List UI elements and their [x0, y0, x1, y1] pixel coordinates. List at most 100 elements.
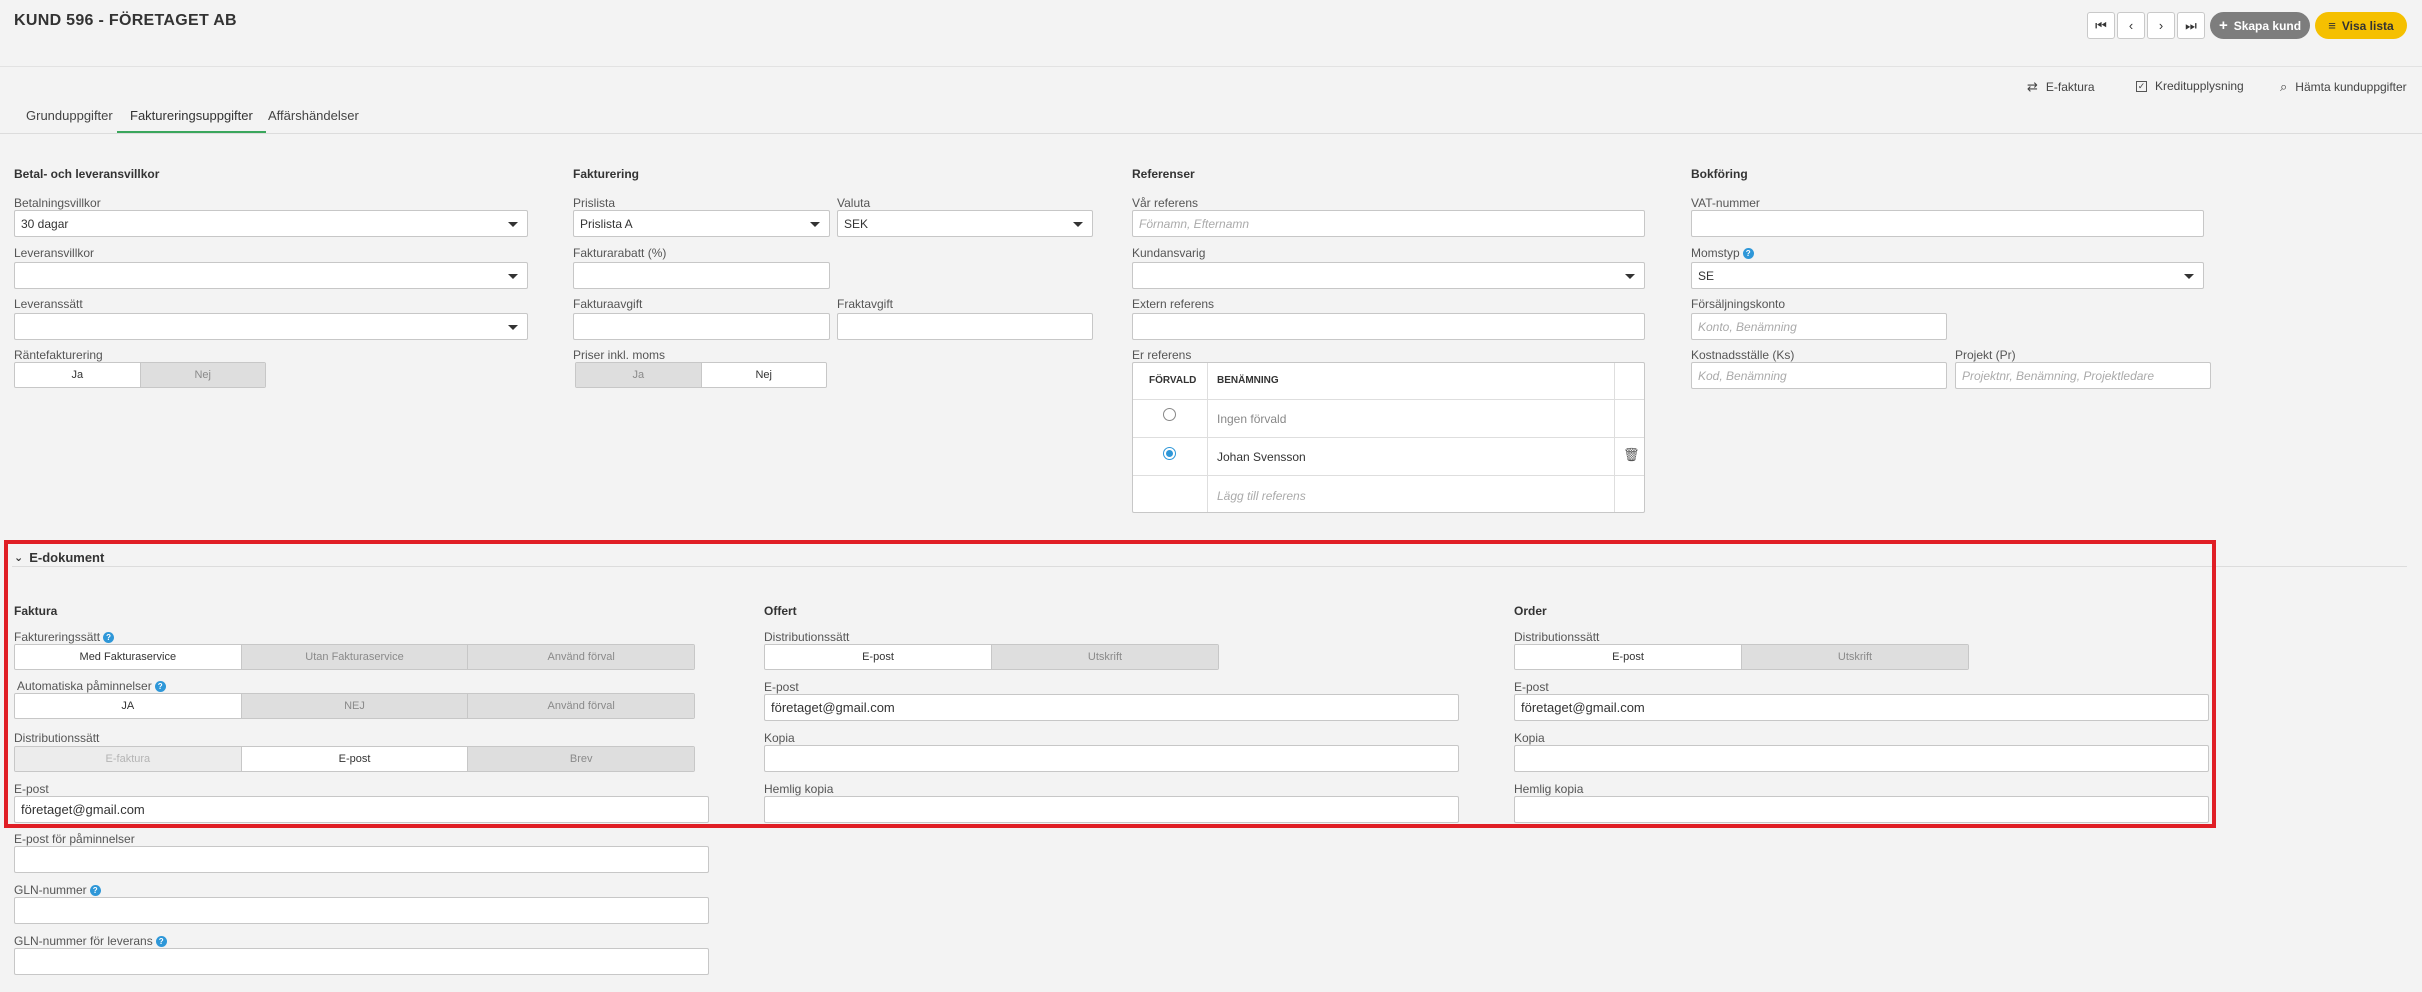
tab-faktureringsuppgifter[interactable]: Faktureringsuppgifter [117, 108, 266, 133]
help-icon[interactable]: ? [1742, 248, 1754, 259]
kostnadsstalle-placeholder: Kod, Benämning [1698, 368, 1787, 383]
fakturering-heading: Fakturering [573, 167, 640, 181]
betal-heading: Betal- och leveransvillkor [14, 167, 160, 181]
reference-name: Ingen förvald [1217, 412, 1287, 426]
prev-record-button[interactable]: ‹ [2117, 12, 2145, 39]
kundansvarig-label: Kundansvarig [1132, 246, 1206, 260]
epost-paminnelser-input[interactable] [14, 846, 709, 873]
momstyp-select[interactable]: SE [1691, 262, 2204, 289]
fraktavgift-input[interactable] [837, 313, 1093, 340]
search-icon: ⌕ [2280, 79, 2288, 94]
chevron-down-icon [1625, 274, 1635, 279]
create-customer-button[interactable]: + Skapa kund [2210, 12, 2310, 39]
momstyp-label-wrap: Momstyp? [1691, 246, 1754, 260]
tabs-divider [0, 133, 2422, 134]
momstyp-value: SE [1698, 268, 1715, 283]
highlight-frame [4, 540, 2216, 828]
kundansvarig-select[interactable] [1132, 262, 1645, 289]
help-icon[interactable]: ? [89, 885, 101, 896]
table-row[interactable]: Johan Svensson 🗑 [1133, 437, 1644, 475]
add-reference-placeholder[interactable]: Lägg till referens [1217, 489, 1306, 503]
table-row[interactable]: Ingen förvald [1133, 399, 1644, 437]
fakturarabatt-label: Fakturarabatt (%) [573, 246, 667, 260]
trash-icon[interactable]: 🗑 [1623, 447, 1640, 463]
betalningsvillkor-value: 30 dagar [21, 216, 69, 231]
add-reference-row[interactable]: Lägg till referens [1133, 475, 1644, 513]
rantefakturering-nej[interactable]: Nej [140, 363, 265, 387]
gln-label: GLN-nummer [14, 883, 87, 897]
priser-inkl-moms-toggle[interactable]: Ja Nej [575, 362, 827, 388]
gln-leverans-label: GLN-nummer för leverans [14, 934, 153, 948]
var-referens-input[interactable]: Förnamn, Efternamn [1132, 210, 1645, 237]
last-record-button[interactable]: ⏭ [2177, 12, 2205, 39]
efaktura-label: E-faktura [2045, 80, 2095, 94]
var-referens-placeholder: Förnamn, Efternamn [1139, 216, 1250, 231]
projekt-placeholder: Projektnr, Benämning, Projektledare [1962, 368, 2155, 383]
forsaljningskonto-label: Försäljningskonto [1691, 297, 1786, 311]
var-referens-label: Vår referens [1132, 196, 1199, 210]
leveransvillkor-select[interactable] [14, 262, 528, 289]
priser-nej[interactable]: Nej [701, 363, 826, 387]
betalningsvillkor-label: Betalningsvillkor [14, 196, 101, 210]
forsaljningskonto-placeholder: Konto, Benämning [1698, 319, 1797, 334]
gln-leverans-input[interactable] [14, 948, 709, 975]
gln-leverans-label-wrap: GLN-nummer för leverans? [14, 934, 167, 948]
betalningsvillkor-select[interactable]: 30 dagar [14, 210, 528, 237]
rantefakturering-ja[interactable]: Ja [15, 363, 141, 387]
first-record-button[interactable]: ⏮ [2087, 12, 2115, 39]
kostnadsstalle-label: Kostnadsställe (Ks) [1691, 348, 1795, 362]
default-radio[interactable] [1163, 408, 1176, 421]
swap-arrows-icon: ⇄ [2027, 79, 2038, 94]
kostnadsstalle-input[interactable]: Kod, Benämning [1691, 362, 1947, 389]
col-benamning-header: BENÄMNING [1217, 375, 1279, 386]
prislista-label: Prislista [573, 196, 616, 210]
priser-inkl-moms-label: Priser inkl. moms [573, 348, 666, 362]
reference-name: Johan Svensson [1217, 450, 1306, 464]
show-list-button[interactable]: ≡ Visa lista [2315, 12, 2407, 39]
momstyp-label: Momstyp [1691, 246, 1740, 260]
default-radio[interactable] [1163, 447, 1176, 460]
chevron-down-icon [508, 274, 518, 279]
projekt-input[interactable]: Projektnr, Benämning, Projektledare [1955, 362, 2211, 389]
vat-label: VAT-nummer [1691, 196, 1760, 210]
er-referens-table: FÖRVALD BENÄMNING Ingen förvald Johan Sv… [1132, 362, 1645, 513]
page-title: KUND 596 - FÖRETAGET AB [14, 12, 237, 29]
gln-input[interactable] [14, 897, 709, 924]
extern-referens-label: Extern referens [1132, 297, 1215, 311]
referenser-heading: Referenser [1132, 167, 1195, 181]
hamta-kunduppgifter-link[interactable]: ⌕ Hämta kunduppgifter [2280, 79, 2407, 95]
leveranssatt-select[interactable] [14, 313, 528, 340]
chevron-down-icon [810, 222, 820, 227]
create-customer-label: Skapa kund [2233, 18, 2302, 33]
projekt-label: Projekt (Pr) [1955, 348, 2016, 362]
plus-icon: + [2218, 17, 2228, 34]
rantefakturering-label: Räntefakturering [14, 348, 103, 362]
fakturaavgift-label: Fakturaavgift [573, 297, 643, 311]
fakturaavgift-input[interactable] [573, 313, 830, 340]
forsaljningskonto-input[interactable]: Konto, Benämning [1691, 313, 1947, 340]
chevron-down-icon [1073, 222, 1083, 227]
kreditupplysning-link[interactable]: ✓ Kreditupplysning [2136, 79, 2244, 93]
fakturarabatt-input[interactable] [573, 262, 830, 289]
priser-ja[interactable]: Ja [576, 363, 702, 387]
efaktura-link[interactable]: ⇄ E-faktura [2027, 79, 2095, 95]
next-record-button[interactable]: › [2147, 12, 2175, 39]
vat-input[interactable] [1691, 210, 2204, 237]
tab-affarshandelser[interactable]: Affärshändelser [268, 108, 359, 131]
hamta-kunduppgifter-label: Hämta kunduppgifter [2295, 80, 2407, 94]
tab-grunduppgifter[interactable]: Grunduppgifter [26, 108, 113, 131]
prislista-select[interactable]: Prislista A [573, 210, 830, 237]
chevron-down-icon [508, 222, 518, 227]
valuta-value: SEK [844, 216, 869, 231]
bokforing-heading: Bokföring [1691, 167, 1748, 181]
help-icon[interactable]: ? [155, 936, 167, 947]
gln-label-wrap: GLN-nummer? [14, 883, 101, 897]
extern-referens-input[interactable] [1132, 313, 1645, 340]
valuta-select[interactable]: SEK [837, 210, 1093, 237]
list-icon: ≡ [2328, 18, 2336, 33]
fraktavgift-label: Fraktavgift [837, 297, 894, 311]
kreditupplysning-label: Kreditupplysning [2155, 79, 2244, 93]
leveransvillkor-label: Leveransvillkor [14, 246, 95, 260]
rantefakturering-toggle[interactable]: Ja Nej [14, 362, 266, 388]
header-divider [0, 66, 2422, 67]
